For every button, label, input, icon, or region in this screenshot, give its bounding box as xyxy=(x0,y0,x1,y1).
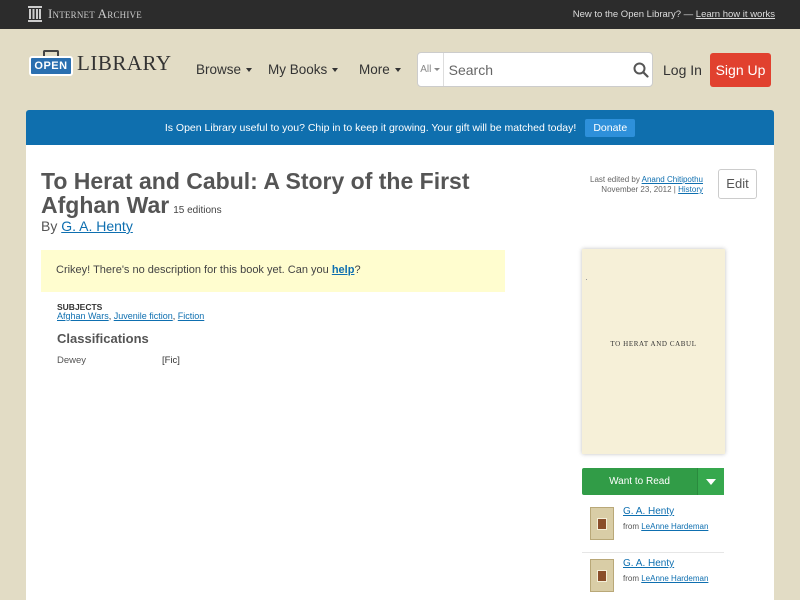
editor-link[interactable]: Anand Chitipothu xyxy=(642,175,703,184)
list-user-link[interactable]: LeAnne Hardeman xyxy=(641,574,708,583)
nav-more-menu[interactable]: More xyxy=(359,62,401,77)
list-user-link[interactable]: LeAnne Hardeman xyxy=(641,522,708,531)
last-edited-label: Last edited by xyxy=(590,175,640,184)
internet-archive-label: Internet Archive xyxy=(48,6,142,21)
chevron-down-icon xyxy=(332,68,339,72)
list-thumbnail[interactable] xyxy=(590,507,614,540)
donate-message: Is Open Library useful to you? Chip in t… xyxy=(164,121,577,134)
book-page-content: To Herat and Cabul: A Story of the First… xyxy=(26,145,774,600)
list-from-label: from xyxy=(623,522,639,531)
list-item: G. A. Henty from LeAnne Hardeman xyxy=(582,501,724,553)
search-icon[interactable] xyxy=(630,53,652,86)
author-link[interactable]: G. A. Henty xyxy=(61,218,133,234)
no-description-end: ? xyxy=(354,264,361,276)
list-from: from LeAnne Hardeman xyxy=(623,522,708,531)
subject-link[interactable]: Fiction xyxy=(178,311,205,321)
caret-down-icon xyxy=(706,478,716,485)
subjects-list: Afghan Wars, Juvenile fiction, Fiction xyxy=(57,311,205,321)
classifications-heading: Classifications xyxy=(57,331,149,346)
chevron-down-icon xyxy=(394,68,401,72)
chevron-down-icon xyxy=(434,68,441,71)
nav-my-books-label: My Books xyxy=(268,62,328,77)
cover-title-text: TO HERAT AND CABUL xyxy=(610,340,697,348)
archive-building-icon xyxy=(28,6,42,22)
nav-browse-menu[interactable]: Browse xyxy=(196,62,253,77)
reading-status-dropdown[interactable] xyxy=(698,468,724,495)
chevron-down-icon xyxy=(246,68,253,72)
donate-button[interactable]: Donate xyxy=(585,118,636,137)
edited-date: November 23, 2012 | xyxy=(601,185,676,194)
sign-up-button[interactable]: Sign Up xyxy=(710,53,771,87)
dewey-label: Dewey xyxy=(57,355,87,366)
open-sign-icon: OPEN xyxy=(29,50,73,76)
subject-link[interactable]: Juvenile fiction xyxy=(114,311,173,321)
ia-new-user-message: New to the Open Library? — Learn how it … xyxy=(573,9,775,20)
list-author-link[interactable]: G. A. Henty xyxy=(623,506,674,517)
list-thumbnail[interactable] xyxy=(590,559,614,592)
last-edited-info: Last edited by Anand Chitipothu November… xyxy=(556,175,703,195)
search-bar: All xyxy=(417,52,653,87)
byline: By G. A. Henty xyxy=(41,218,133,234)
subject-link[interactable]: Afghan Wars xyxy=(57,311,109,321)
book-title-block: To Herat and Cabul: A Story of the First… xyxy=(41,169,511,223)
book-title: To Herat and Cabul: A Story of the First… xyxy=(41,168,470,218)
search-scope-select[interactable]: All xyxy=(418,53,444,86)
search-scope-label: All xyxy=(420,64,432,75)
learn-how-it-works-link[interactable]: Learn how it works xyxy=(696,9,775,20)
by-label: By xyxy=(41,218,58,234)
dewey-value: [Fic] xyxy=(162,355,180,366)
internet-archive-logo[interactable]: Internet Archive xyxy=(28,6,142,22)
editions-count[interactable]: 15 editions xyxy=(173,205,221,216)
new-to-open-library-text: New to the Open Library? — xyxy=(572,9,694,20)
internet-archive-bar: Internet Archive New to the Open Library… xyxy=(0,0,800,29)
want-to-read-button[interactable]: Want to Read xyxy=(582,468,698,495)
history-link[interactable]: History xyxy=(678,185,703,194)
site-header: OPEN LIBRARY Browse My Books More All Lo… xyxy=(0,29,800,109)
donate-banner: Is Open Library useful to you? Chip in t… xyxy=(26,110,774,145)
help-link[interactable]: help xyxy=(332,264,355,276)
list-item: G. A. Henty from LeAnne Hardeman xyxy=(582,553,724,600)
list-author-link[interactable]: G. A. Henty xyxy=(623,558,674,569)
edit-button[interactable]: Edit xyxy=(718,169,757,199)
nav-more-label: More xyxy=(359,62,390,77)
list-from-label: from xyxy=(623,574,639,583)
login-link[interactable]: Log In xyxy=(663,62,702,78)
nav-my-books-menu[interactable]: My Books xyxy=(268,62,339,77)
list-from: from LeAnne Hardeman xyxy=(623,574,708,583)
no-description-notice: Crikey! There's no description for this … xyxy=(41,250,505,292)
open-library-logo[interactable]: OPEN LIBRARY xyxy=(29,50,172,76)
logo-open-text: OPEN xyxy=(29,56,73,76)
search-input[interactable] xyxy=(443,61,630,78)
no-description-text: Crikey! There's no description for this … xyxy=(56,264,329,276)
nav-browse-label: Browse xyxy=(196,62,242,77)
logo-library-text: LIBRARY xyxy=(77,50,172,75)
want-to-read-control: Want to Read xyxy=(582,468,724,495)
book-cover[interactable]: TO HERAT AND CABUL xyxy=(582,249,725,454)
